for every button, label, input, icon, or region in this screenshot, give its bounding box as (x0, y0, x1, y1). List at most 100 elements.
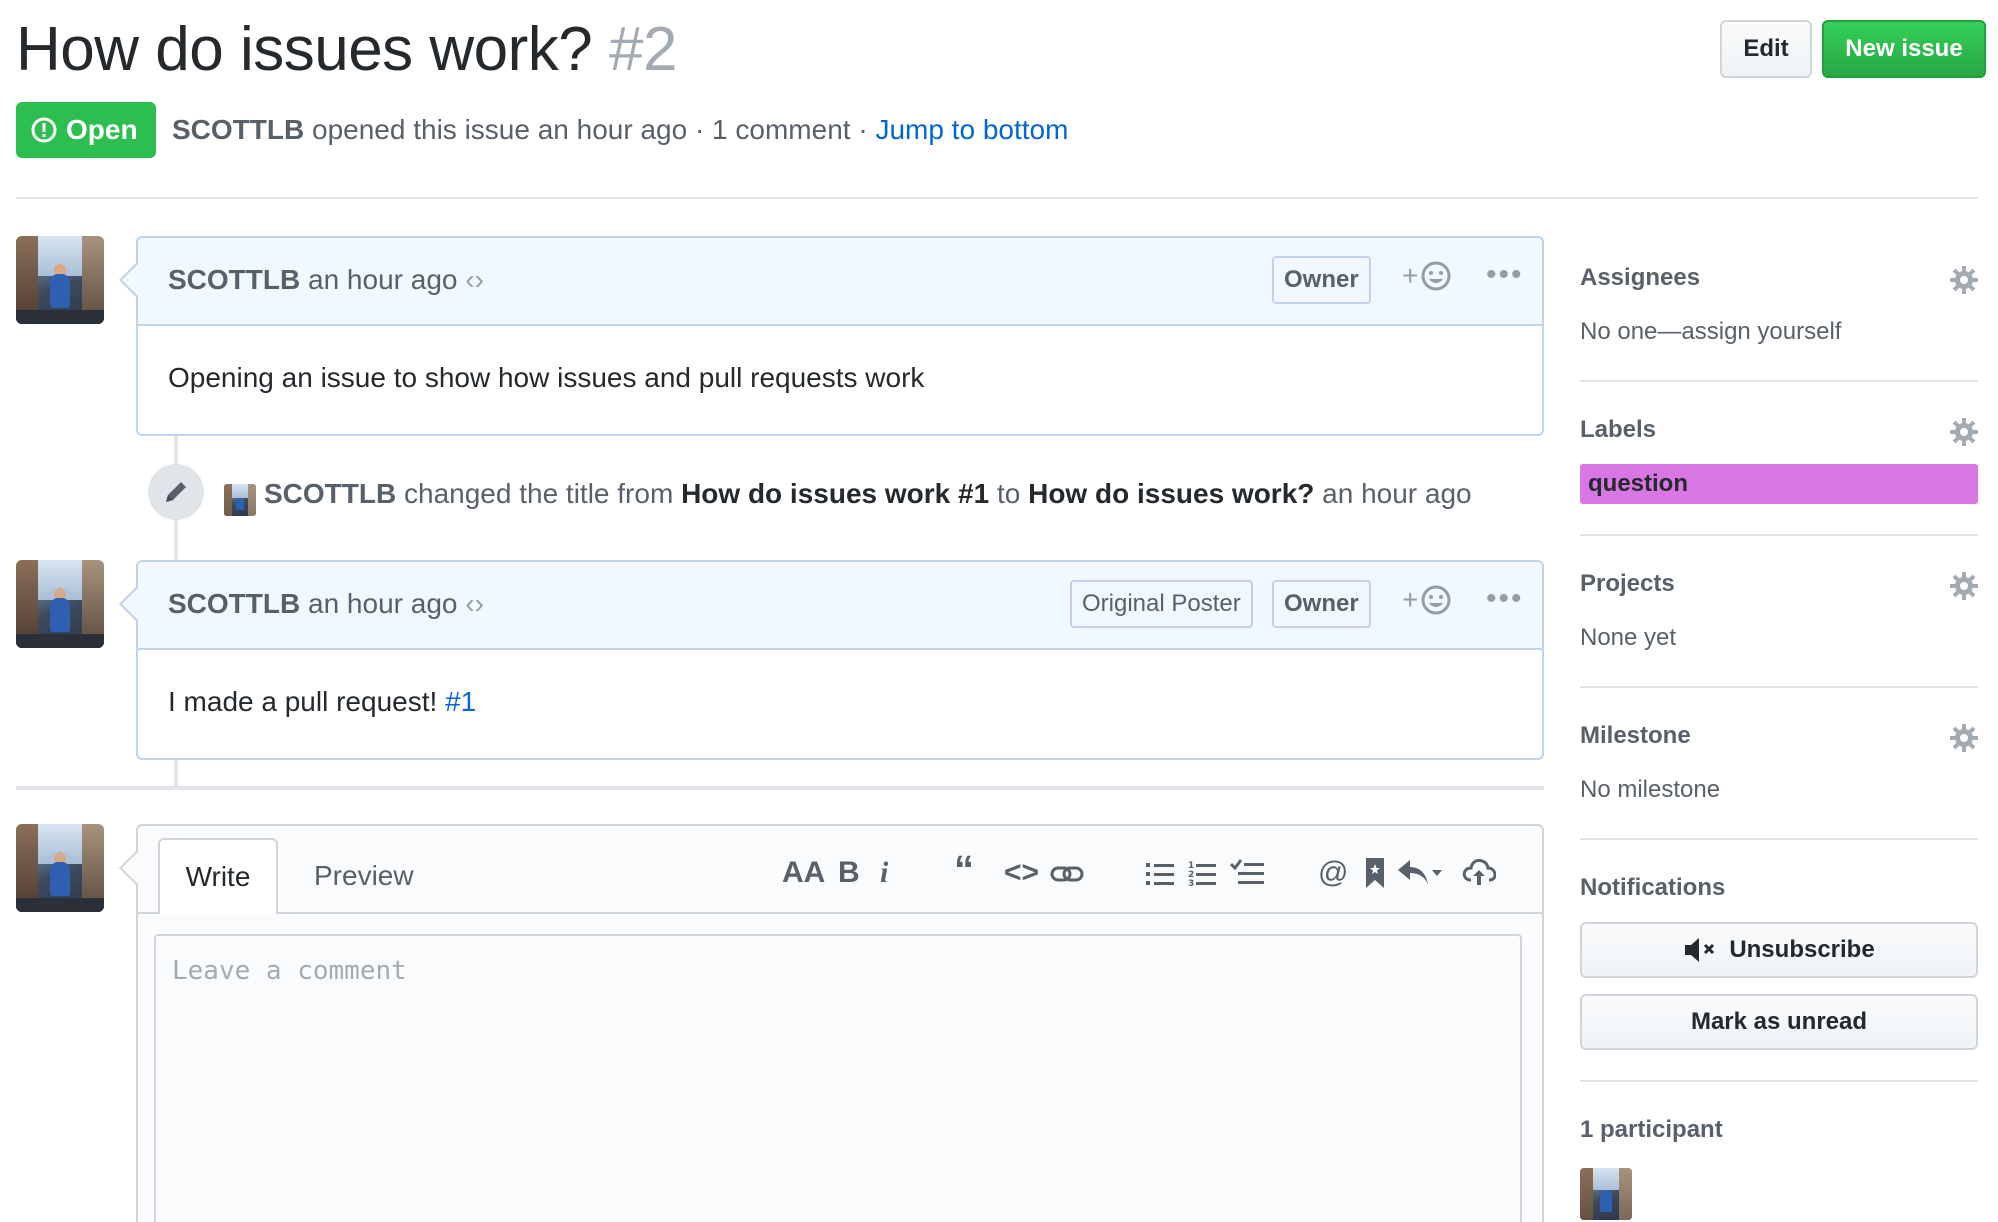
comment-author[interactable]: SCOTTLB (168, 588, 300, 619)
issue-title: How do issues work? #2 (16, 14, 677, 85)
composer-arrow (119, 851, 153, 885)
plus-icon: + (1402, 584, 1419, 615)
event-avatar[interactable] (224, 484, 256, 516)
jump-to-bottom-link[interactable]: Jump to bottom (875, 114, 1068, 145)
mark-unread-button[interactable]: Mark as unread (1580, 994, 1978, 1050)
comment-time[interactable]: an hour ago (308, 264, 457, 295)
original-poster-badge: Original Poster (1070, 580, 1253, 628)
quote-icon[interactable]: “ (954, 848, 974, 893)
issue-opened-icon (31, 117, 57, 143)
milestone-heading[interactable]: Milestone (1580, 722, 1691, 750)
link-icon[interactable] (1050, 862, 1084, 886)
unsubscribe-button[interactable]: Unsubscribe (1580, 922, 1978, 978)
text-size-icon[interactable]: AA (782, 856, 825, 890)
comment-header: SCOTTLB an hour ago ‹› Original Poster O… (138, 562, 1542, 650)
gear-icon[interactable] (1950, 572, 1978, 600)
status-badge: Open (16, 102, 156, 158)
comment: SCOTTLB an hour ago ‹› Owner + ••• Openi… (119, 236, 1544, 436)
tab-write[interactable]: Write (158, 838, 278, 914)
pull-request-link[interactable]: #1 (445, 686, 476, 717)
comment: SCOTTLB an hour ago ‹› Original Poster O… (119, 560, 1544, 760)
timeline-divider (16, 786, 1544, 790)
participant-avatar[interactable] (1580, 1168, 1632, 1220)
owner-badge: Owner (1272, 580, 1371, 628)
sidebar-divider (1580, 380, 1978, 382)
avatar[interactable] (16, 560, 104, 648)
bold-icon[interactable]: B (838, 856, 860, 890)
smiley-icon (1421, 585, 1451, 615)
event-author[interactable]: SCOTTLB (264, 478, 396, 509)
sidebar-divider (1580, 534, 1978, 536)
comment-textarea[interactable]: Leave a comment (154, 934, 1522, 1222)
comment-body-text: I made a pull request! (168, 686, 438, 717)
comment-count: · 1 comment · (694, 114, 868, 145)
comment-author-line: SCOTTLB an hour ago ‹› (168, 264, 484, 296)
edit-code-icon: ‹› (465, 264, 484, 295)
smiley-icon (1421, 261, 1451, 291)
timeline-line (174, 520, 178, 560)
issue-title-text: How do issues work? (16, 15, 593, 84)
comment-composer: Write Preview AA B i “ <> 123 @ Leave a … (119, 824, 1544, 1222)
issue-meta: SCOTTLB opened this issue an hour ago · … (172, 114, 1068, 146)
code-icon[interactable]: <> (1004, 856, 1039, 890)
timeline-line (174, 436, 178, 464)
gear-icon[interactable] (1950, 418, 1978, 446)
edit-button[interactable]: Edit (1720, 20, 1812, 78)
header-divider (16, 197, 1978, 199)
composer-tabs-divider (138, 912, 1542, 914)
more-options-icon[interactable]: ••• (1486, 582, 1524, 616)
assignees-heading[interactable]: Assignees (1580, 264, 1700, 292)
sidebar-divider (1580, 686, 1978, 688)
milestone-value: No milestone (1580, 776, 1721, 803)
avatar[interactable] (16, 236, 104, 324)
title-change-event: SCOTTLB changed the title from How do is… (264, 478, 1472, 510)
gear-icon[interactable] (1950, 266, 1978, 294)
pencil-icon (166, 482, 186, 502)
bookmark-icon[interactable] (1364, 858, 1386, 888)
mute-icon (1685, 938, 1715, 962)
issue-author[interactable]: SCOTTLB (172, 114, 304, 145)
event-text-1: changed the title from (404, 478, 674, 509)
comment-header: SCOTTLB an hour ago ‹› Owner + ••• (138, 238, 1542, 326)
plus-icon: + (1402, 260, 1419, 291)
projects-heading[interactable]: Projects (1580, 570, 1675, 598)
svg-text:3: 3 (1188, 879, 1194, 888)
comment-author-line: SCOTTLB an hour ago ‹› (168, 588, 484, 620)
event-time[interactable]: an hour ago (1322, 478, 1471, 509)
sidebar-divider (1580, 838, 1978, 840)
tab-preview[interactable]: Preview (314, 860, 414, 892)
opened-text: opened this issue an hour ago (312, 114, 688, 145)
comment-body: Opening an issue to show how issues and … (168, 362, 925, 393)
assignees-value[interactable]: No one—assign yourself (1580, 318, 1841, 346)
timeline-line (174, 760, 178, 786)
notifications-heading: Notifications (1580, 874, 1726, 901)
labels-heading[interactable]: Labels (1580, 416, 1656, 444)
participants-heading: 1 participant (1580, 1116, 1723, 1143)
event-old-title: How do issues work #1 (681, 478, 990, 509)
more-options-icon[interactable]: ••• (1486, 258, 1524, 292)
new-issue-button[interactable]: New issue (1822, 20, 1986, 78)
add-reaction-button[interactable]: + (1402, 260, 1452, 292)
mention-icon[interactable]: @ (1318, 856, 1348, 890)
avatar[interactable] (16, 824, 104, 912)
event-new-title: How do issues work? (1028, 478, 1315, 509)
sidebar-divider (1580, 1080, 1978, 1082)
edit-code-icon: ‹› (465, 588, 484, 619)
pencil-event-icon (148, 464, 204, 520)
add-reaction-button[interactable]: + (1402, 584, 1452, 616)
status-label: Open (66, 114, 138, 145)
upload-icon[interactable] (1462, 858, 1496, 886)
owner-badge: Owner (1272, 256, 1371, 304)
task-list-icon[interactable] (1230, 858, 1264, 888)
reply-icon[interactable] (1398, 860, 1442, 886)
label-question[interactable]: question (1580, 464, 1978, 504)
projects-value: None yet (1580, 624, 1677, 651)
comment-time[interactable]: an hour ago (308, 588, 457, 619)
comment-author[interactable]: SCOTTLB (168, 264, 300, 295)
unordered-list-icon[interactable] (1146, 860, 1174, 888)
gear-icon[interactable] (1950, 724, 1978, 752)
ordered-list-icon[interactable]: 123 (1188, 860, 1216, 888)
italic-icon[interactable]: i (880, 856, 888, 890)
comment-body: I made a pull request! #1 (168, 686, 476, 718)
event-text-2: to (996, 478, 1021, 509)
